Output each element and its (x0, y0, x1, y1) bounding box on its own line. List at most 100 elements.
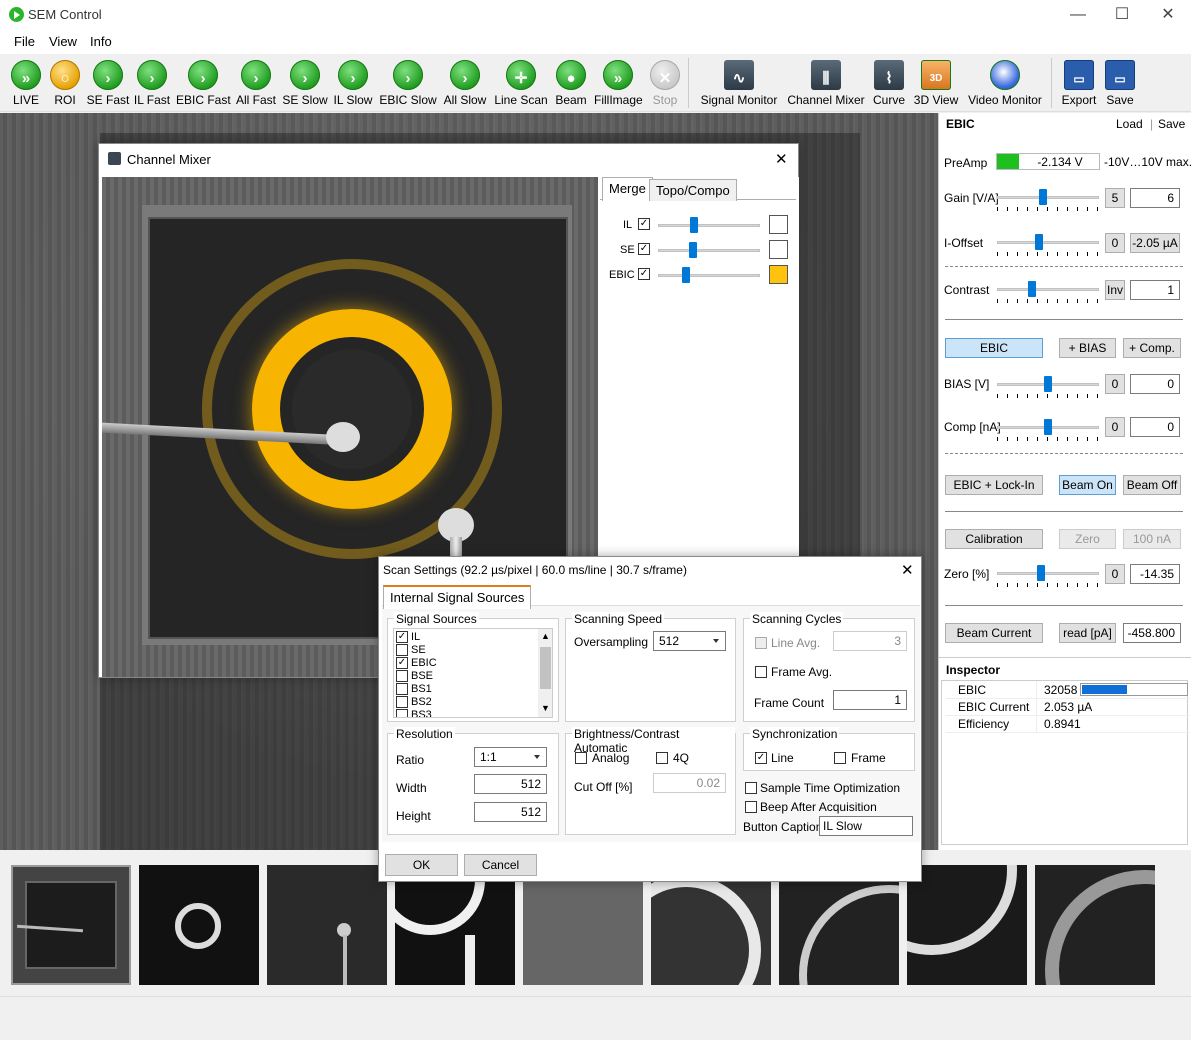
gain-slider-thumb[interactable] (1039, 189, 1047, 205)
maximize-button[interactable]: ☐ (1107, 4, 1137, 26)
ok-button[interactable]: OK (385, 854, 458, 876)
zero-button[interactable]: Zero (1059, 529, 1116, 549)
oversampling-select[interactable]: 512 (653, 631, 726, 651)
scrollbar-thumb[interactable] (540, 647, 551, 689)
se-slow-button[interactable]: › SE Slow (282, 56, 328, 110)
beam-current-button[interactable]: Beam Current (945, 623, 1043, 643)
beep-checkbox[interactable] (745, 801, 757, 813)
contrast-slider-thumb[interactable] (1028, 281, 1036, 297)
gain-input[interactable]: 6 (1130, 188, 1180, 208)
load-link[interactable]: Load (1116, 117, 1143, 131)
save-button[interactable]: ▭ Save (1102, 56, 1138, 110)
thumbnail[interactable] (267, 865, 387, 985)
height-input[interactable]: 512 (474, 802, 547, 822)
live-button[interactable]: » LIVE (5, 56, 47, 110)
all-slow-button[interactable]: › All Slow (441, 56, 489, 110)
cutoff-input[interactable]: 0.02 (653, 773, 726, 793)
thumbnail[interactable] (651, 865, 771, 985)
signal-monitor-button[interactable]: ∿ Signal Monitor (697, 56, 781, 110)
gain-step-button[interactable]: 5 (1105, 188, 1125, 208)
thumbnail[interactable] (395, 865, 515, 985)
beam-button[interactable]: ● Beam (552, 56, 590, 110)
ioffset-step-button[interactable]: 0 (1105, 233, 1125, 253)
read-pa-button[interactable]: read [pA] (1059, 623, 1116, 643)
list-scrollbar[interactable]: ▲ ▼ (538, 629, 552, 717)
bias-input[interactable]: 0 (1130, 374, 1180, 394)
zero-input[interactable]: -14.35 (1130, 564, 1180, 584)
bias-slider[interactable] (997, 376, 1099, 398)
source-il-checkbox[interactable]: ✓ (396, 631, 408, 643)
roi-button[interactable]: ○ ROI (48, 56, 82, 110)
thumbnail[interactable] (139, 865, 259, 985)
channel-il-slider[interactable] (658, 217, 760, 233)
comp-step-button[interactable]: 0 (1105, 417, 1125, 437)
close-icon[interactable]: ✕ (901, 561, 914, 579)
il-slow-button[interactable]: › IL Slow (331, 56, 375, 110)
beam-off-button[interactable]: Beam Off (1123, 475, 1181, 495)
bias-slider-thumb[interactable] (1044, 376, 1052, 392)
channel-se-color-swatch[interactable] (769, 240, 788, 259)
channel-il-color-swatch[interactable] (769, 215, 788, 234)
source-bs1-checkbox[interactable] (396, 683, 408, 695)
source-bs3-checkbox[interactable] (396, 709, 408, 717)
ebic-slow-button[interactable]: › EBIC Slow (379, 56, 437, 110)
beam-on-button[interactable]: Beam On (1059, 475, 1116, 495)
line-scan-button[interactable]: ✛ Line Scan (493, 56, 549, 110)
ebic-mode-button[interactable]: EBIC (945, 338, 1043, 358)
comp-slider[interactable] (997, 419, 1099, 441)
comp-slider-thumb[interactable] (1044, 419, 1052, 435)
close-icon[interactable]: ✕ (775, 150, 788, 168)
save-link[interactable]: Save (1158, 117, 1185, 131)
zero-slider-thumb[interactable] (1037, 565, 1045, 581)
frame-avg-checkbox[interactable] (755, 666, 767, 678)
comp-mode-button[interactable]: + Comp. (1123, 338, 1181, 358)
channel-il-checkbox[interactable]: ✓ (638, 218, 650, 230)
thumbnail-scrollbar[interactable] (0, 996, 1191, 1013)
ebic-lockin-button[interactable]: EBIC + Lock-In (945, 475, 1043, 495)
zero-step-button[interactable]: 0 (1105, 564, 1125, 584)
chevron-up-icon[interactable]: ▲ (541, 631, 550, 641)
3d-view-button[interactable]: 3D 3D View (912, 56, 960, 110)
sync-frame-checkbox[interactable] (834, 752, 846, 764)
gain-slider[interactable] (997, 189, 1099, 211)
video-monitor-button[interactable]: Video Monitor (964, 56, 1046, 110)
ratio-select[interactable]: 1:1 (474, 747, 547, 767)
all-fast-button[interactable]: › All Fast (234, 56, 278, 110)
bias-mode-button[interactable]: + BIAS (1059, 338, 1116, 358)
contrast-slider[interactable] (997, 281, 1099, 303)
stop-button[interactable]: ✕ Stop (648, 56, 682, 110)
ioffset-value[interactable]: -2.05 µA (1130, 233, 1180, 253)
channel-ebic-slider-thumb[interactable] (682, 267, 690, 283)
export-button[interactable]: ▭ Export (1058, 56, 1100, 110)
channel-ebic-color-swatch[interactable] (769, 265, 788, 284)
ioffset-slider[interactable] (997, 234, 1099, 256)
source-bs2-checkbox[interactable] (396, 696, 408, 708)
menu-info[interactable]: Info (90, 34, 112, 49)
frame-count-input[interactable]: 1 (833, 690, 907, 710)
source-bse-checkbox[interactable] (396, 670, 408, 682)
il-fast-button[interactable]: › IL Fast (133, 56, 171, 110)
ioffset-slider-thumb[interactable] (1035, 234, 1043, 250)
thumbnail[interactable] (523, 865, 643, 985)
curve-button[interactable]: ⌇ Curve (871, 56, 907, 110)
line-avg-input[interactable]: 3 (833, 631, 907, 651)
channel-se-checkbox[interactable]: ✓ (638, 243, 650, 255)
thumbnail[interactable] (907, 865, 1027, 985)
menu-file[interactable]: File (14, 34, 35, 49)
analog-checkbox[interactable] (575, 752, 587, 764)
tab-internal-signal-sources[interactable]: Internal Signal Sources (383, 585, 532, 609)
ebic-fast-button[interactable]: › EBIC Fast (176, 56, 231, 110)
channel-mixer-button[interactable]: ⫼ Channel Mixer (785, 56, 867, 110)
contrast-invert-button[interactable]: Inv (1105, 280, 1125, 300)
chevron-down-icon[interactable]: ▼ (541, 703, 550, 713)
tab-topo-compo[interactable]: Topo/Compo (649, 179, 737, 201)
cancel-button[interactable]: Cancel (464, 854, 537, 876)
se-fast-button[interactable]: › SE Fast (86, 56, 130, 110)
zero-slider[interactable] (997, 565, 1099, 587)
comp-input[interactable]: 0 (1130, 417, 1180, 437)
close-button[interactable]: ✕ (1153, 4, 1183, 26)
fill-image-button[interactable]: » FillImage (594, 56, 643, 110)
channel-ebic-checkbox[interactable]: ✓ (638, 268, 650, 280)
channel-il-slider-thumb[interactable] (690, 217, 698, 233)
channel-ebic-slider[interactable] (658, 267, 760, 283)
